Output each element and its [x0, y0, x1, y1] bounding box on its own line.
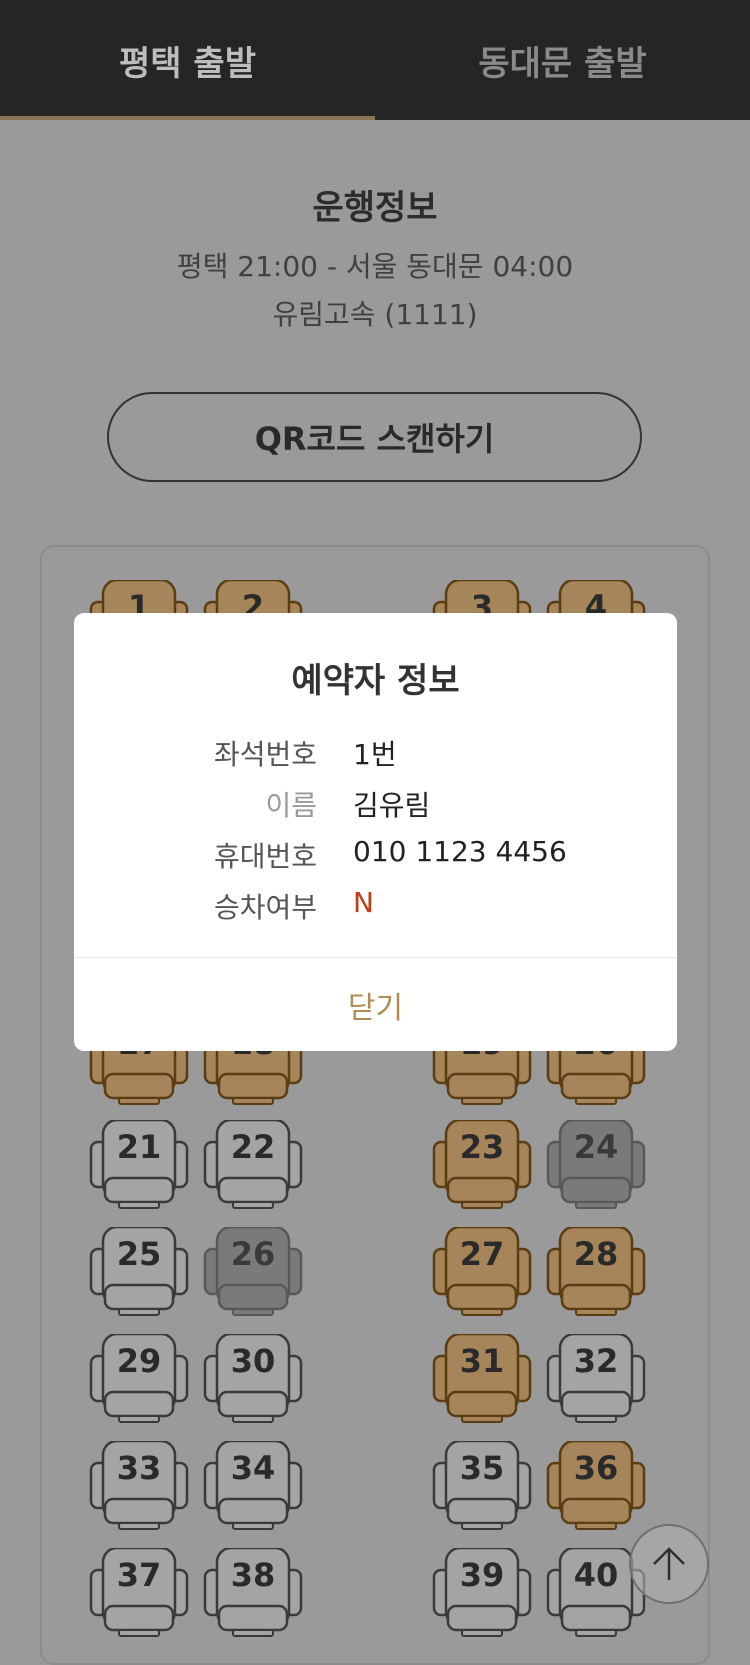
seat-number: 26 [230, 1235, 276, 1273]
seat-23[interactable]: 23 [432, 1120, 532, 1210]
name-row: 이름 김유림 [74, 784, 677, 824]
close-button[interactable]: 닫기 [74, 958, 677, 1051]
seat-27[interactable]: 27 [432, 1227, 532, 1317]
trip-info-title: 운행정보 [312, 188, 438, 228]
seat-number: 37 [116, 1556, 162, 1594]
seat-35[interactable]: 35 [432, 1441, 532, 1531]
seat-39[interactable]: 39 [432, 1548, 532, 1638]
seat-24[interactable]: 24 [546, 1120, 646, 1210]
trip-bus: 유림고속 (1111) [272, 298, 478, 331]
phone-value: 010 1123 4456 [353, 835, 567, 868]
seat-number: 28 [573, 1235, 619, 1273]
seat-29[interactable]: 29 [89, 1334, 189, 1424]
scroll-top-button[interactable] [629, 1524, 709, 1604]
seat-26[interactable]: 26 [203, 1227, 303, 1317]
tab-dongdaemun-departure[interactable]: 동대문 출발 [375, 0, 750, 120]
tab-pyeongtaek-departure[interactable]: 평택 출발 [0, 0, 375, 120]
seat-number: 22 [230, 1128, 276, 1166]
boarded-row: 승차여부 N [74, 886, 677, 926]
modal-title: 예약자 정보 [291, 661, 460, 701]
seat-number: 30 [230, 1342, 276, 1380]
seat-number: 21 [116, 1128, 162, 1166]
seat-number: 38 [230, 1556, 276, 1594]
seat-number: 34 [230, 1449, 276, 1487]
arrow-up-icon [653, 1547, 685, 1580]
seat-30[interactable]: 30 [203, 1334, 303, 1424]
boarded-value: N [353, 886, 374, 919]
seat-32[interactable]: 32 [546, 1334, 646, 1424]
seat-number: 31 [459, 1342, 505, 1380]
seat-37[interactable]: 37 [89, 1548, 189, 1638]
tab-label: 평택 출발 [119, 43, 256, 84]
seat-number: 33 [116, 1449, 162, 1487]
seat-22[interactable]: 22 [203, 1120, 303, 1210]
seat-number-row: 좌석번호 1번 [74, 733, 677, 773]
tab-label: 동대문 출발 [478, 43, 647, 84]
qr-scan-button[interactable]: QR코드 스캔하기 [107, 392, 642, 482]
seat-number: 36 [573, 1449, 619, 1487]
phone-row: 휴대번호 010 1123 4456 [74, 835, 677, 875]
seat-number: 23 [459, 1128, 505, 1166]
seat-number: 39 [459, 1556, 505, 1594]
seat-38[interactable]: 38 [203, 1548, 303, 1638]
seat-number: 27 [459, 1235, 505, 1273]
departure-tabs: 평택 출발 동대문 출발 [0, 0, 750, 120]
reservation-info-modal: 예약자 정보 좌석번호 1번 이름 김유림 휴대번호 010 1123 4456… [74, 613, 677, 1051]
seat-number: 32 [573, 1342, 619, 1380]
seat-25[interactable]: 25 [89, 1227, 189, 1317]
seat-34[interactable]: 34 [203, 1441, 303, 1531]
seat-21[interactable]: 21 [89, 1120, 189, 1210]
seat-33[interactable]: 33 [89, 1441, 189, 1531]
boarded-label: 승차여부 [213, 891, 317, 924]
trip-route: 평택 21:00 - 서울 동대문 04:00 [176, 250, 574, 283]
name-label: 이름 [265, 789, 317, 822]
seat-number: 24 [573, 1128, 619, 1166]
phone-label: 휴대번호 [213, 840, 317, 873]
seat-number-label: 좌석번호 [213, 738, 317, 771]
seat-number: 35 [459, 1449, 505, 1487]
seat-number: 25 [116, 1235, 162, 1273]
seat-31[interactable]: 31 [432, 1334, 532, 1424]
name-value: 김유림 [353, 789, 431, 822]
seat-number-value: 1번 [353, 738, 397, 771]
seat-36[interactable]: 36 [546, 1441, 646, 1531]
seat-28[interactable]: 28 [546, 1227, 646, 1317]
seat-number: 29 [116, 1342, 162, 1380]
